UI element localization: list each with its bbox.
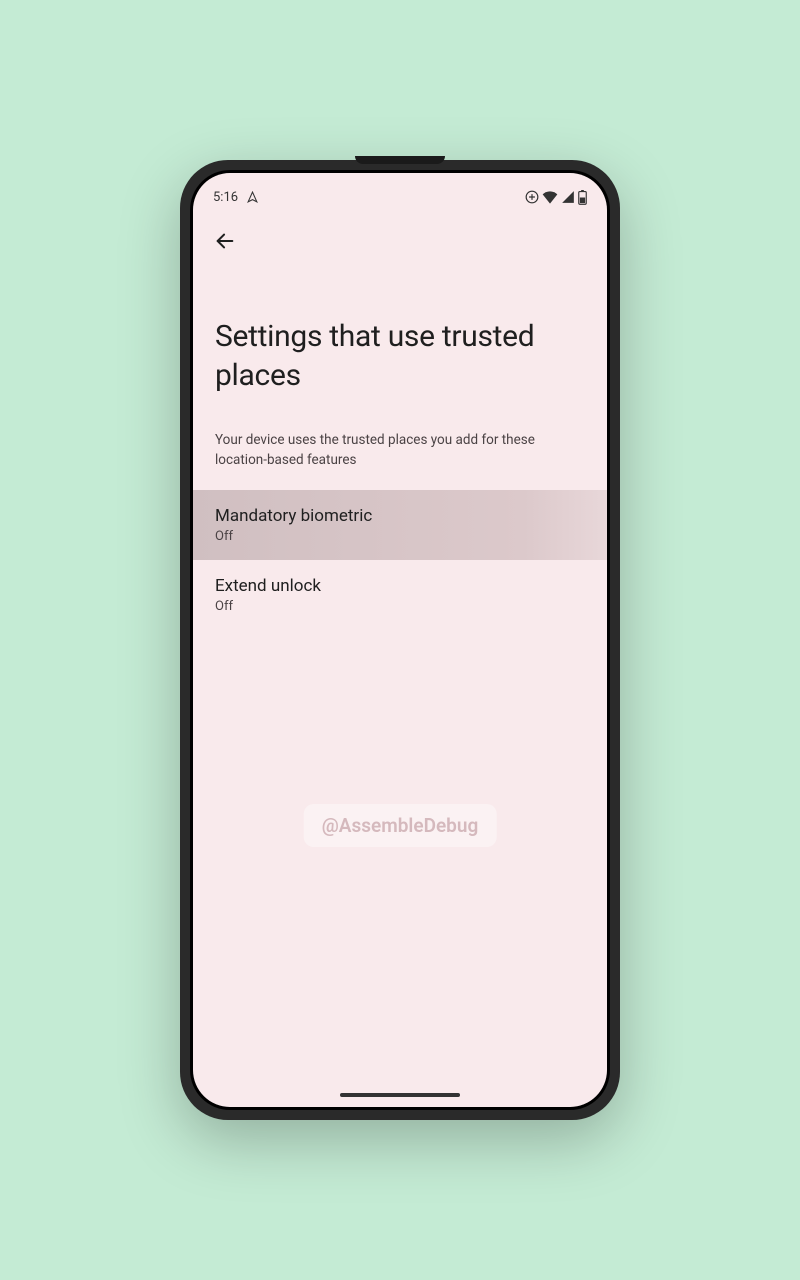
page-title: Settings that use trusted places [215,317,585,395]
screen: 5:16 [193,173,607,1107]
setting-mandatory-biometric[interactable]: Mandatory biometric Off [193,490,607,560]
status-time: 5:16 [213,190,238,205]
phone-notch [355,156,445,164]
phone-bezel: 5:16 [190,170,610,1110]
status-bar-right [525,190,587,205]
setting-extend-unlock[interactable]: Extend unlock Off [193,560,607,630]
gesture-nav-bar[interactable] [340,1093,460,1097]
signal-icon [561,190,575,204]
status-bar-left: 5:16 [213,190,259,205]
phone-frame: 5:16 [180,160,620,1120]
watermark: @AssembleDebug [304,804,497,847]
page-description: Your device uses the trusted places you … [215,431,585,470]
arrow-left-icon [214,230,236,252]
setting-item-status: Off [215,599,585,614]
data-saver-icon [525,190,539,204]
battery-icon [578,190,587,205]
content-area: Settings that use trusted places Your de… [193,317,607,630]
setting-item-status: Off [215,529,585,544]
navigation-icon [246,191,259,204]
status-bar: 5:16 [193,181,607,213]
setting-item-title: Extend unlock [215,576,585,596]
wifi-icon [542,190,558,204]
setting-item-title: Mandatory biometric [215,506,585,526]
back-button[interactable] [211,227,239,255]
toolbar [193,213,607,269]
